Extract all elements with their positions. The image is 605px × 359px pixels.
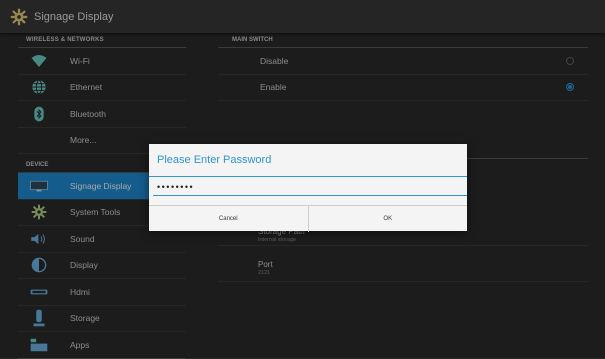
cancel-button[interactable]: Cancel — [149, 206, 309, 232]
password-dialog: Please Enter Password •••••••• Cancel OK — [149, 144, 467, 232]
dialog-title: Please Enter Password — [149, 144, 467, 177]
settings-screen: Signage Display WIRELESS & NETWORKS Wi-F… — [0, 0, 605, 359]
dialog-buttons: Cancel OK — [149, 205, 467, 232]
password-field[interactable]: •••••••• — [153, 180, 467, 196]
ok-button[interactable]: OK — [309, 206, 468, 232]
